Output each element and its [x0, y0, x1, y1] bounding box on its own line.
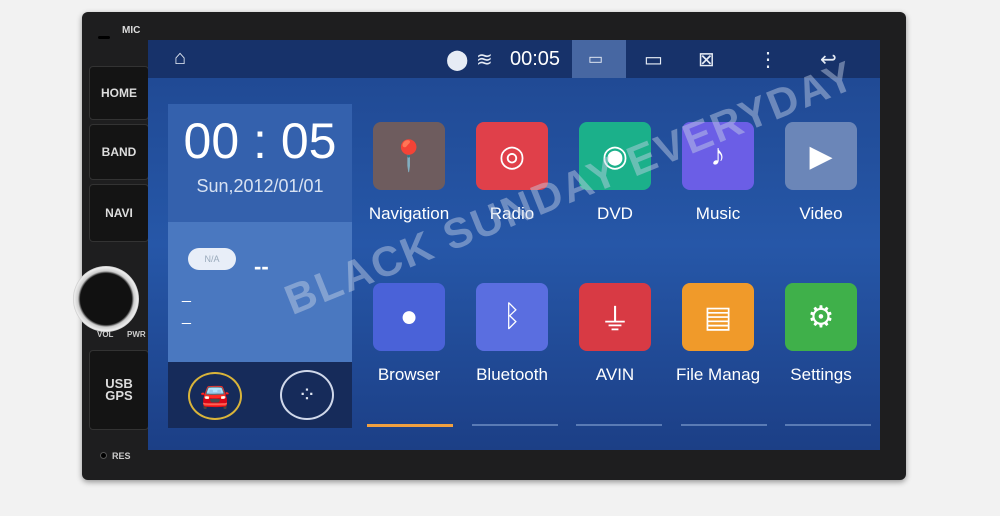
- mic-hole: [98, 36, 110, 39]
- play-icon: ▶: [785, 122, 857, 190]
- location-icon: ⬤: [446, 49, 469, 71]
- vol-label: VOL: [97, 330, 114, 339]
- map-pin-icon: 📍: [373, 122, 445, 190]
- wifi-icon: ≋: [476, 49, 493, 71]
- band-hw-button[interactable]: BAND: [89, 124, 149, 180]
- globe-icon: ●: [373, 283, 445, 351]
- more-icon[interactable]: ⋮: [758, 47, 778, 72]
- touchscreen: ⌂ ⬤ ≋ 00:05 ▭ ▭ ⊠ ⋮ ↩ 00 : 05 Sun,2012/0…: [148, 40, 880, 450]
- clock-time: 00 : 05: [183, 113, 337, 169]
- car-icon[interactable]: 🚘: [188, 372, 242, 420]
- app-avin[interactable]: ⏚ AVIN: [560, 283, 670, 385]
- app-label: Video: [799, 204, 843, 223]
- app-file-manag[interactable]: ▤ File Manag: [663, 283, 773, 385]
- app-browser[interactable]: ● Browser: [354, 283, 464, 385]
- navi-hw-button[interactable]: NAVI: [89, 184, 149, 242]
- reset-button[interactable]: [100, 452, 107, 459]
- status-time: 00:05: [510, 48, 561, 70]
- widget-shortcut-bar: 🚘 ⁘: [168, 362, 352, 428]
- app-label: Browser: [377, 365, 441, 384]
- status-bar: ⌂ ⬤ ≋ 00:05 ▭ ▭ ⊠ ⋮ ↩: [148, 40, 880, 78]
- gps-label: GPS: [105, 388, 133, 403]
- usb-gps-port: USB GPS: [89, 350, 149, 430]
- app-bluetooth[interactable]: ᛒ Bluetooth: [457, 283, 567, 385]
- page-dot[interactable]: [471, 424, 558, 426]
- app-label: File Manag: [675, 365, 761, 384]
- weather-badge: N/A: [204, 254, 220, 264]
- gear-icon: ⚙: [785, 283, 857, 351]
- screenshot-icon: ▭: [588, 51, 604, 68]
- page-dot[interactable]: [367, 424, 453, 427]
- app-video[interactable]: ▶ Video: [766, 122, 876, 224]
- screenshot-button[interactable]: ▭: [572, 40, 626, 78]
- home-icon[interactable]: ⌂: [174, 47, 186, 70]
- cloud-icon: N/A: [188, 248, 236, 270]
- app-settings[interactable]: ⚙ Settings: [766, 283, 876, 385]
- volume-knob[interactable]: [73, 266, 139, 332]
- app-label: Settings: [790, 365, 852, 384]
- page-dot[interactable]: [785, 424, 871, 426]
- folder-icon: ▤: [682, 283, 754, 351]
- app-label: Bluetooth: [476, 365, 548, 384]
- app-label: AVIN: [595, 365, 635, 384]
- close-screen-icon[interactable]: ⊠: [698, 47, 715, 72]
- avin-icon: ⏚: [579, 283, 651, 351]
- res-label: RES: [112, 451, 131, 461]
- weather-line-2: _: [182, 308, 191, 325]
- temperature: --: [254, 254, 269, 279]
- recent-apps-icon[interactable]: ▭: [644, 47, 663, 72]
- weather-line-1: _: [182, 286, 191, 303]
- mic-label: MIC: [122, 25, 141, 36]
- app-label: Music: [695, 204, 741, 223]
- page-dot[interactable]: [680, 424, 767, 426]
- clock-date: Sun,2012/01/01: [196, 176, 324, 196]
- app-navigation[interactable]: 📍 Navigation: [354, 122, 464, 224]
- page-dot[interactable]: [576, 424, 662, 426]
- clock-panel[interactable]: 00 : 05 Sun,2012/01/01: [168, 104, 352, 222]
- pwr-label: PWR: [127, 330, 146, 339]
- apps-grid-icon[interactable]: ⁘: [280, 370, 334, 420]
- bluetooth-icon: ᛒ: [476, 283, 548, 351]
- home-hw-button[interactable]: HOME: [89, 66, 149, 120]
